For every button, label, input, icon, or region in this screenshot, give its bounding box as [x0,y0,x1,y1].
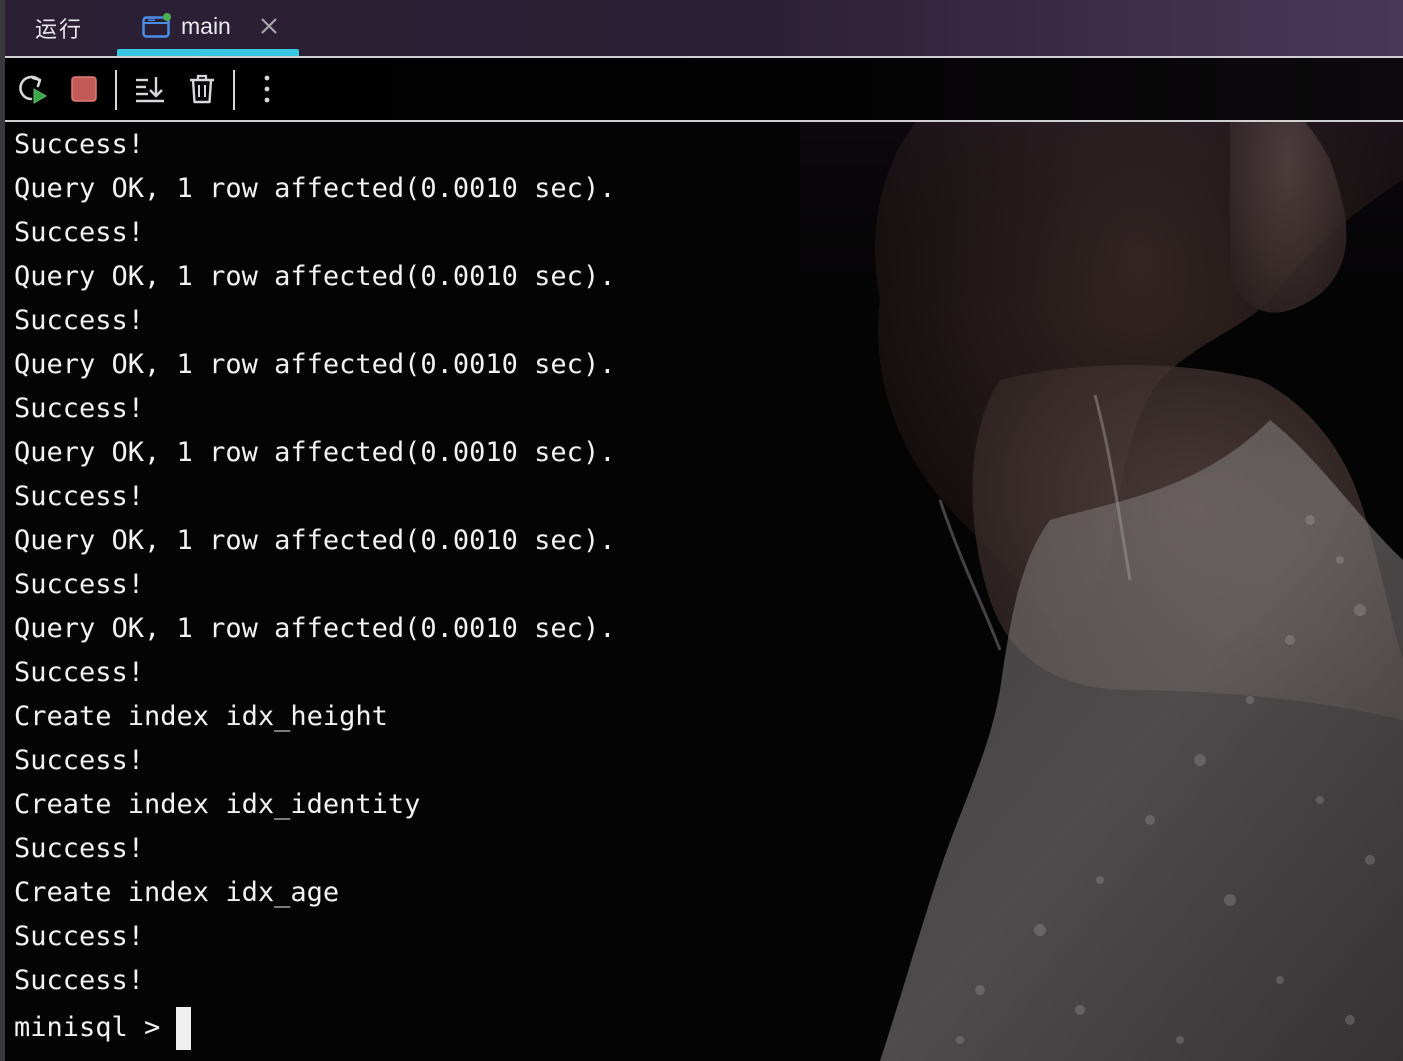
rerun-button[interactable] [14,71,50,107]
text-cursor [176,1006,192,1050]
console-line: Success! [14,833,145,864]
console-line: Query OK, 1 row affected(0.0010 sec). [14,613,616,644]
console-line: Success! [14,745,145,776]
console-line: Query OK, 1 row affected(0.0010 sec). [14,437,616,468]
toolbar-divider [5,120,1403,122]
console-line: Create index idx_height [14,701,388,732]
console-line: Query OK, 1 row affected(0.0010 sec). [14,349,616,380]
run-config-icon [142,13,171,38]
toolbar-separator [115,70,117,110]
tab-main-label: main [181,13,231,39]
console-line: Success! [14,965,145,996]
console-line: Create index idx_age [14,877,340,908]
console-line: Success! [14,393,145,424]
console-line: Query OK, 1 row affected(0.0010 sec). [14,261,616,292]
stop-icon [71,76,97,102]
console-toolbar [5,58,1403,120]
more-vertical-icon [264,75,270,103]
console-line: Success! [14,569,145,600]
console-line: Query OK, 1 row affected(0.0010 sec). [14,525,616,556]
console-prompt: minisql > [14,1012,161,1043]
rerun-icon [19,75,47,104]
active-tab-indicator [117,49,299,56]
console-line: Success! [14,657,145,688]
close-icon[interactable] [259,16,279,36]
stop-button[interactable] [66,71,102,107]
run-tool-window: 运行 main Success! Query OK, 1 row affecte… [0,0,1403,1061]
toolbar-separator [233,70,235,110]
console-line: Success! [14,217,145,248]
console-output[interactable]: Success! Query OK, 1 row affected(0.0010… [14,126,1394,1050]
tab-bar: 运行 main [5,0,1403,56]
tab-main[interactable]: main [117,0,299,56]
clear-console-button[interactable] [184,71,220,107]
more-options-button[interactable] [249,71,285,107]
console-line: Success! [14,921,145,952]
scroll-to-end-icon [136,77,164,103]
scroll-to-end-button[interactable] [132,71,168,107]
console-line: Success! [14,305,145,336]
console-line: Create index idx_identity [14,789,421,820]
window-left-border [0,0,5,1061]
console-line: Success! [14,129,145,160]
trash-icon [190,74,214,104]
run-tool-window-title: 运行 [35,18,84,43]
console-line: Success! [14,481,145,512]
console-input-line[interactable]: minisql > [14,1006,1394,1050]
console-line: Query OK, 1 row affected(0.0010 sec). [14,173,616,204]
